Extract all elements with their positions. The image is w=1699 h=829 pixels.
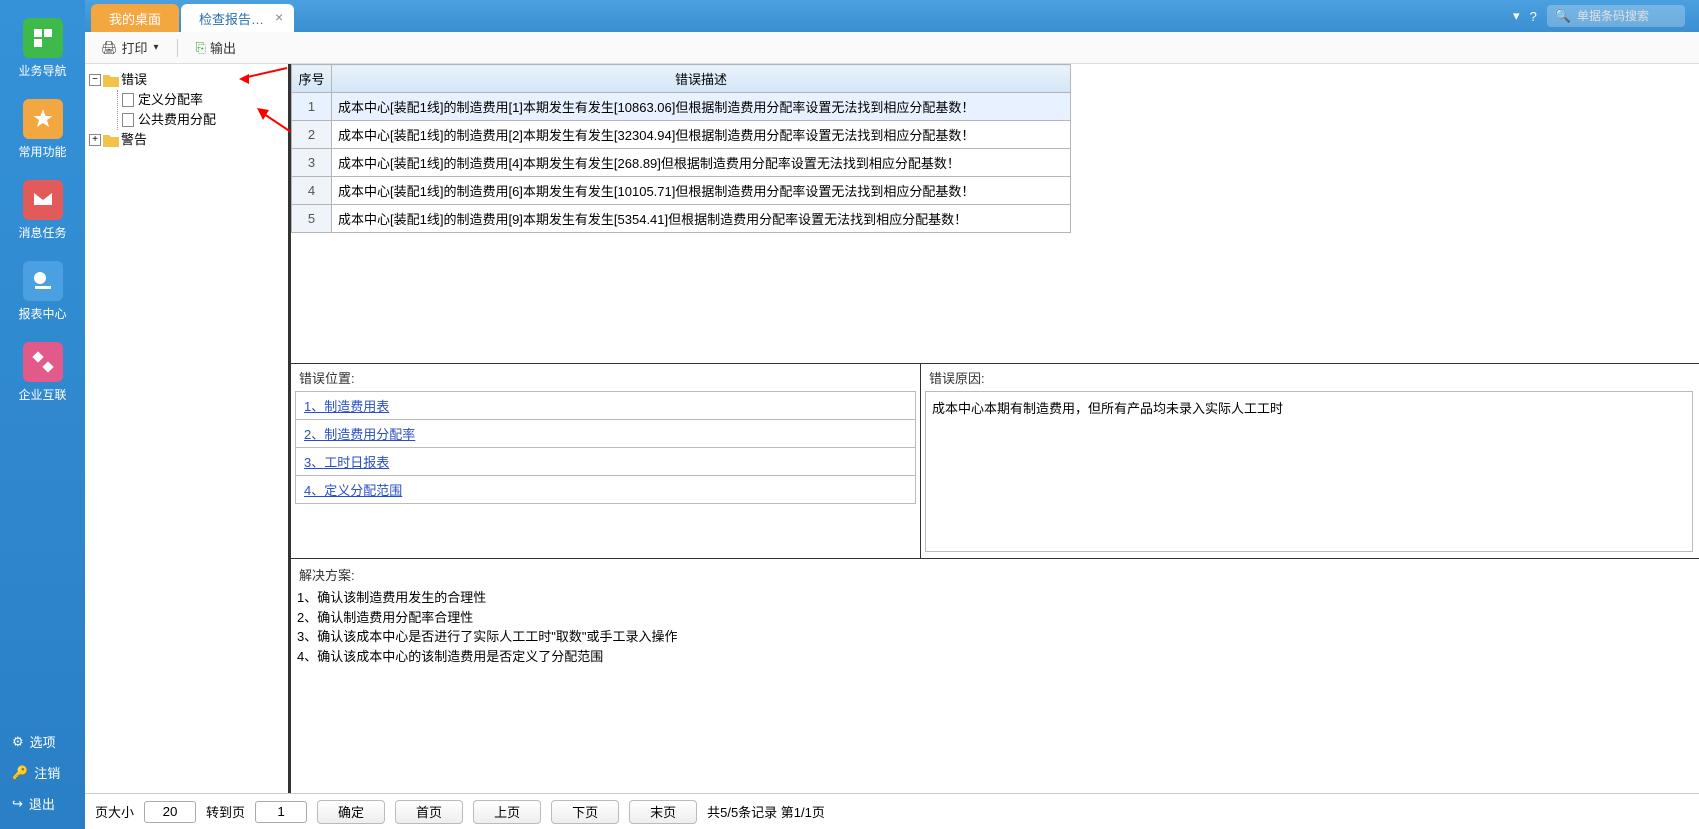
last-page-button[interactable]: 末页 xyxy=(629,800,697,824)
confirm-button[interactable]: 确定 xyxy=(317,800,385,824)
row-number: 2 xyxy=(292,121,332,149)
sidebar-item-message[interactable]: 消息任务 xyxy=(0,174,85,247)
table-row[interactable]: 5成本中心[装配1线]的制造费用[9]本期发生有发生[5354.41]但根据制造… xyxy=(292,205,1071,233)
row-desc: 成本中心[装配1线]的制造费用[6]本期发生有发生[10105.71]但根据制造… xyxy=(332,177,1071,205)
first-page-button[interactable]: 首页 xyxy=(395,800,463,824)
tree-node-warnings[interactable]: + 警告 xyxy=(89,130,284,150)
sidebar-options[interactable]: ⚙选项 xyxy=(0,726,85,757)
search-icon: 🔍 xyxy=(1555,8,1571,24)
solution-line: 1、确认该制造费用发生的合理性 xyxy=(297,588,1693,608)
chevron-down-icon: ▾ xyxy=(154,42,159,53)
tree-node-public-fee[interactable]: 公共费用分配 xyxy=(122,110,284,130)
col-seq[interactable]: 序号 xyxy=(292,65,332,93)
document-icon xyxy=(122,113,136,127)
toolbar: 🖨打印▾ ⎘输出 xyxy=(85,32,1699,64)
help-icon[interactable]: ? xyxy=(1530,9,1537,24)
close-icon[interactable]: × xyxy=(272,10,286,24)
tabs-bar: 我的桌面 检查报告… × ▾ ? 🔍 xyxy=(85,0,1699,32)
location-link[interactable]: 1、制造费用表 xyxy=(304,399,389,414)
next-page-button[interactable]: 下页 xyxy=(551,800,619,824)
col-desc[interactable]: 错误描述 xyxy=(332,65,1071,93)
prev-page-button[interactable]: 上页 xyxy=(473,800,541,824)
location-link[interactable]: 3、工时日报表 xyxy=(304,455,389,470)
exit-icon: ↪ xyxy=(12,796,23,812)
solution-line: 2、确认制造费用分配率合理性 xyxy=(297,608,1693,628)
sidebar-label: 常用功能 xyxy=(18,143,66,160)
row-desc: 成本中心[装配1线]的制造费用[9]本期发生有发生[5354.41]但根据制造费… xyxy=(332,205,1071,233)
goto-page-input[interactable] xyxy=(255,801,307,823)
print-button[interactable]: 🖨打印▾ xyxy=(95,36,165,59)
separator xyxy=(177,39,178,57)
page-size-input[interactable] xyxy=(144,801,196,823)
sidebar-exit[interactable]: ↪退出 xyxy=(0,788,85,819)
solution-line: 3、确认该成本中心是否进行了实际人工工时"取数"或手工录入操作 xyxy=(297,627,1693,647)
folder-icon xyxy=(103,73,119,87)
row-desc: 成本中心[装配1线]的制造费用[4]本期发生有发生[268.89]但根据制造费用… xyxy=(332,149,1071,177)
solution-pane: 解决方案: 1、确认该制造费用发生的合理性2、确认制造费用分配率合理性3、确认该… xyxy=(291,559,1699,793)
tab-home[interactable]: 我的桌面 xyxy=(91,4,179,32)
sidebar-item-enterprise[interactable]: 企业互联 xyxy=(0,336,85,409)
document-icon xyxy=(122,93,136,107)
row-number: 1 xyxy=(292,93,332,121)
pane-title: 错误位置: xyxy=(291,364,920,391)
key-icon: 🔑 xyxy=(12,765,28,781)
table-row[interactable]: 1成本中心[装配1线]的制造费用[1]本期发生有发生[10863.06]但根据制… xyxy=(292,93,1071,121)
tree-node-errors[interactable]: − 错误 xyxy=(89,70,284,90)
pane-title: 错误原因: xyxy=(921,364,1699,391)
sidebar-label: 报表中心 xyxy=(18,305,66,322)
folder-icon xyxy=(103,133,119,147)
export-button[interactable]: ⎘输出 xyxy=(190,36,242,59)
location-link[interactable]: 2、制造费用分配率 xyxy=(304,427,415,442)
table-row[interactable]: 3成本中心[装配1线]的制造费用[4]本期发生有发生[268.89]但根据制造费… xyxy=(292,149,1071,177)
error-location-pane: 错误位置: 1、制造费用表 2、制造费用分配率 3、工时日报表 4、定义分配范围 xyxy=(291,364,921,558)
tree-node-alloc-rate[interactable]: 定义分配率 xyxy=(122,90,284,110)
sidebar-item-biznav[interactable]: 业务导航 xyxy=(0,12,85,85)
sidebar-label: 消息任务 xyxy=(18,224,66,241)
row-number: 5 xyxy=(292,205,332,233)
tree-pane: − 错误 定义分配率 公共费用分配 + xyxy=(85,64,291,793)
row-desc: 成本中心[装配1线]的制造费用[2]本期发生有发生[32304.94]但根据制造… xyxy=(332,121,1071,149)
reason-text: 成本中心本期有制造费用，但所有产品均未录入实际人工工时 xyxy=(925,391,1693,552)
left-sidebar: 业务导航 常用功能 消息任务 报表中心 企业互联 ⚙选项 🔑注销 ↪退出 xyxy=(0,0,85,829)
sidebar-item-report[interactable]: 报表中心 xyxy=(0,255,85,328)
page-summary: 共5/5条记录 第1/1页 xyxy=(707,802,825,821)
location-link[interactable]: 4、定义分配范围 xyxy=(304,483,402,498)
table-row[interactable]: 4成本中心[装配1线]的制造费用[6]本期发生有发生[10105.71]但根据制… xyxy=(292,177,1071,205)
expand-icon[interactable]: + xyxy=(89,134,101,146)
print-icon: 🖨 xyxy=(101,40,118,56)
search-input[interactable] xyxy=(1577,9,1677,23)
solution-line: 4、确认该成本中心的该制造费用是否定义了分配范围 xyxy=(297,647,1693,667)
pagination-bar: 页大小 转到页 确定 首页 上页 下页 末页 共5/5条记录 第1/1页 xyxy=(85,793,1699,829)
collapse-icon[interactable]: − xyxy=(89,74,101,86)
export-icon: ⎘ xyxy=(196,40,206,56)
pane-title: 解决方案: xyxy=(297,561,1693,588)
tab-report[interactable]: 检查报告… × xyxy=(181,4,294,32)
sidebar-item-favorite[interactable]: 常用功能 xyxy=(0,93,85,166)
gear-icon: ⚙ xyxy=(12,734,24,750)
row-number: 4 xyxy=(292,177,332,205)
sidebar-label: 业务导航 xyxy=(18,62,66,79)
row-desc: 成本中心[装配1线]的制造费用[1]本期发生有发生[10863.06]但根据制造… xyxy=(332,93,1071,121)
sidebar-label: 企业互联 xyxy=(18,386,66,403)
row-number: 3 xyxy=(292,149,332,177)
table-row[interactable]: 2成本中心[装配1线]的制造费用[2]本期发生有发生[32304.94]但根据制… xyxy=(292,121,1071,149)
error-table: 序号 错误描述 1成本中心[装配1线]的制造费用[1]本期发生有发生[10863… xyxy=(291,64,1699,364)
chevron-down-icon[interactable]: ▾ xyxy=(1513,8,1520,24)
goto-label: 转到页 xyxy=(206,802,245,821)
error-reason-pane: 错误原因: 成本中心本期有制造费用，但所有产品均未录入实际人工工时 xyxy=(921,364,1699,558)
page-size-label: 页大小 xyxy=(95,802,134,821)
sidebar-logout[interactable]: 🔑注销 xyxy=(0,757,85,788)
search-box[interactable]: 🔍 xyxy=(1547,5,1685,27)
